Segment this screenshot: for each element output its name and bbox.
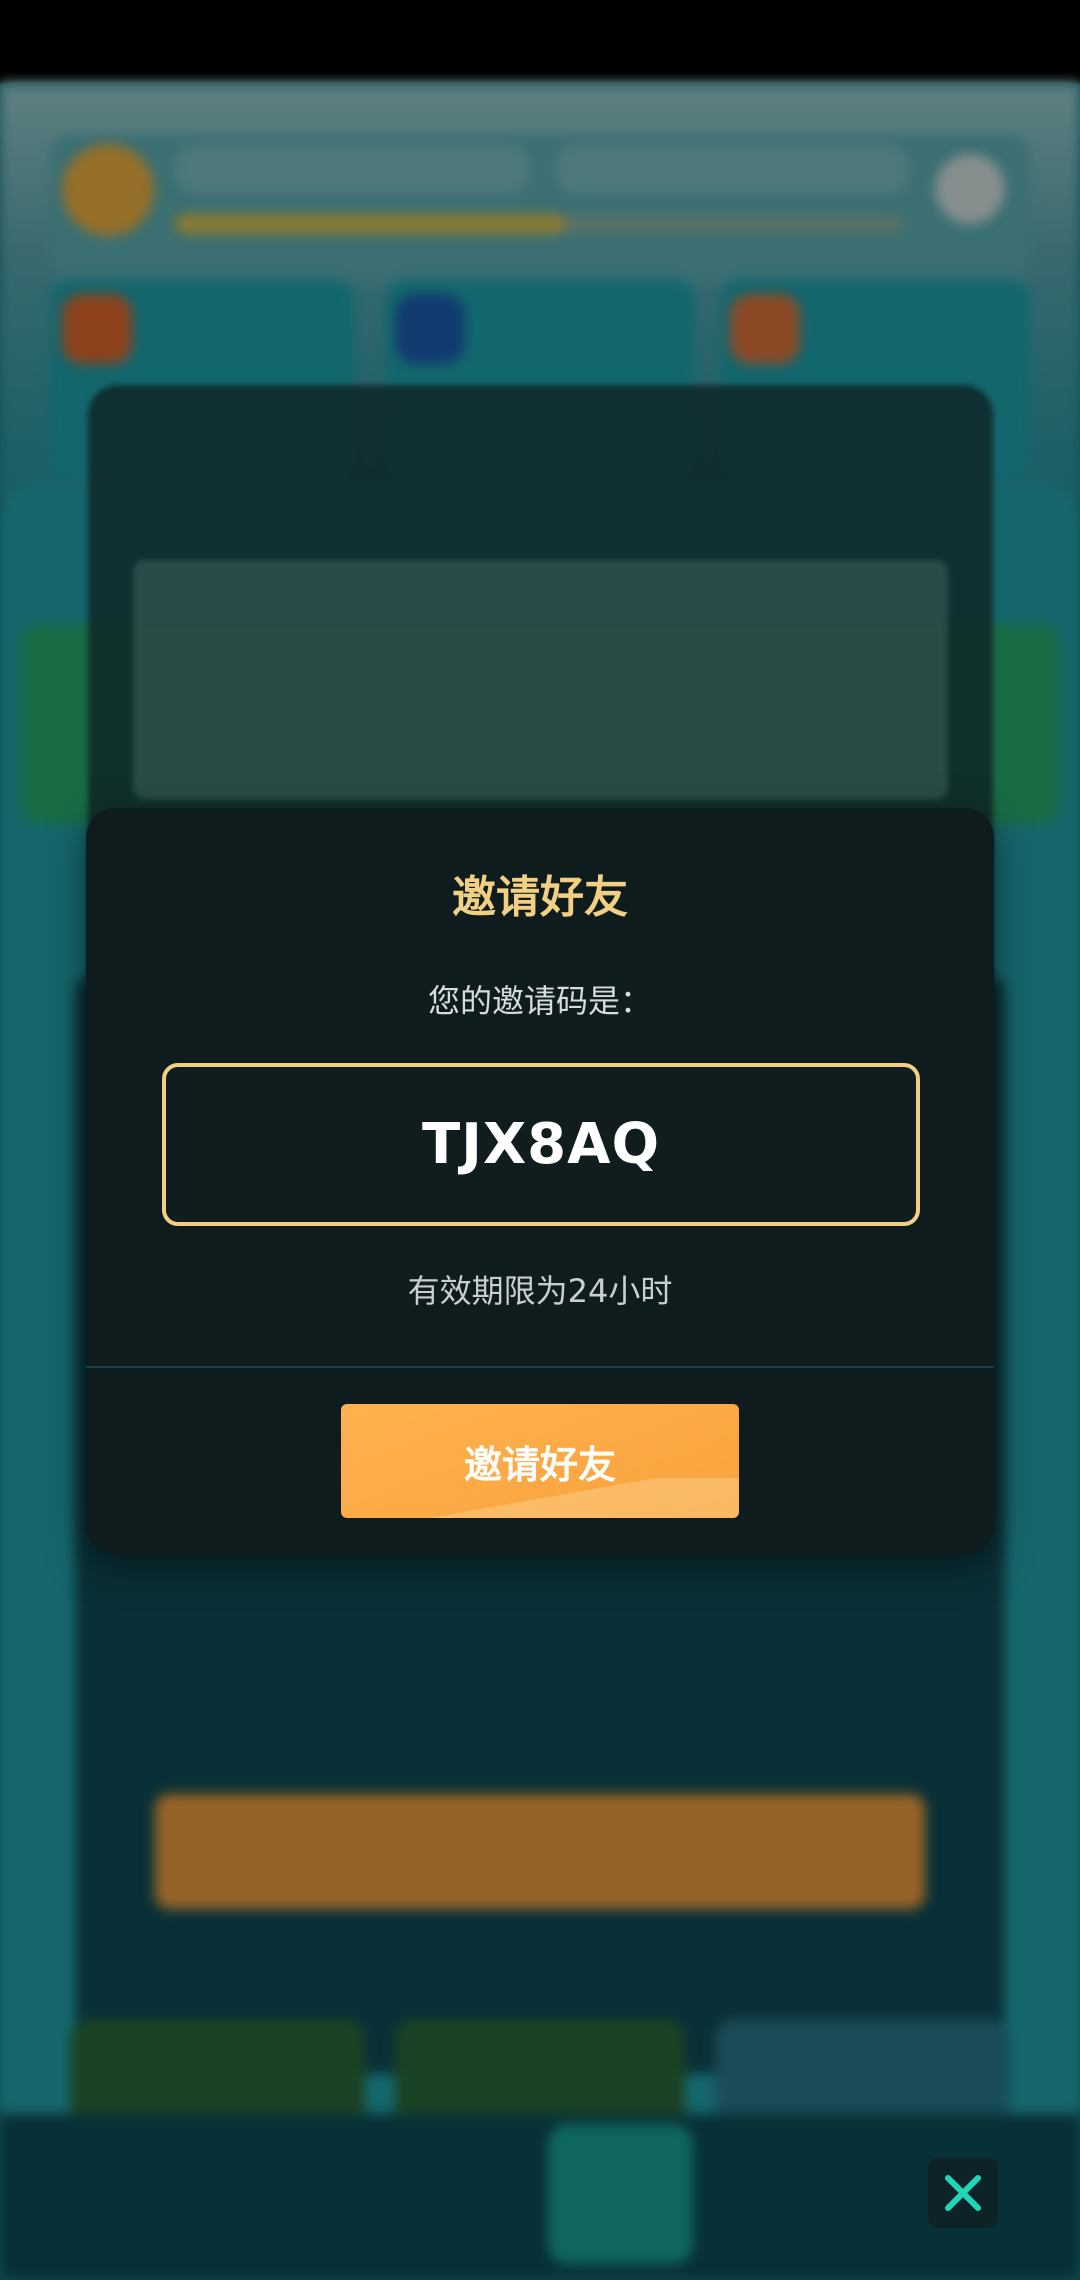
invite-code-label: 您的邀请码是： [427,982,652,1020]
invite-code-box[interactable]: TJX8AQ [162,1063,920,1226]
invite-dialog: 邀请好友 您的邀请码是： TJX8AQ 有效期限为24小时 邀请好友 [86,808,994,1554]
background-dialog-text-box [133,560,948,800]
invite-friends-button-label: 邀请好友 [463,1442,616,1487]
invite-friends-button[interactable]: 邀请好友 [341,1404,739,1518]
close-icon [945,2175,981,2211]
dialog-title: 邀请好友 [452,872,628,923]
close-button[interactable] [928,2158,998,2228]
status-bar [0,0,1080,84]
invite-code-value[interactable]: TJX8AQ [422,1112,660,1177]
divider [86,1366,994,1368]
validity-text: 有效期限为24小时 [407,1272,673,1310]
